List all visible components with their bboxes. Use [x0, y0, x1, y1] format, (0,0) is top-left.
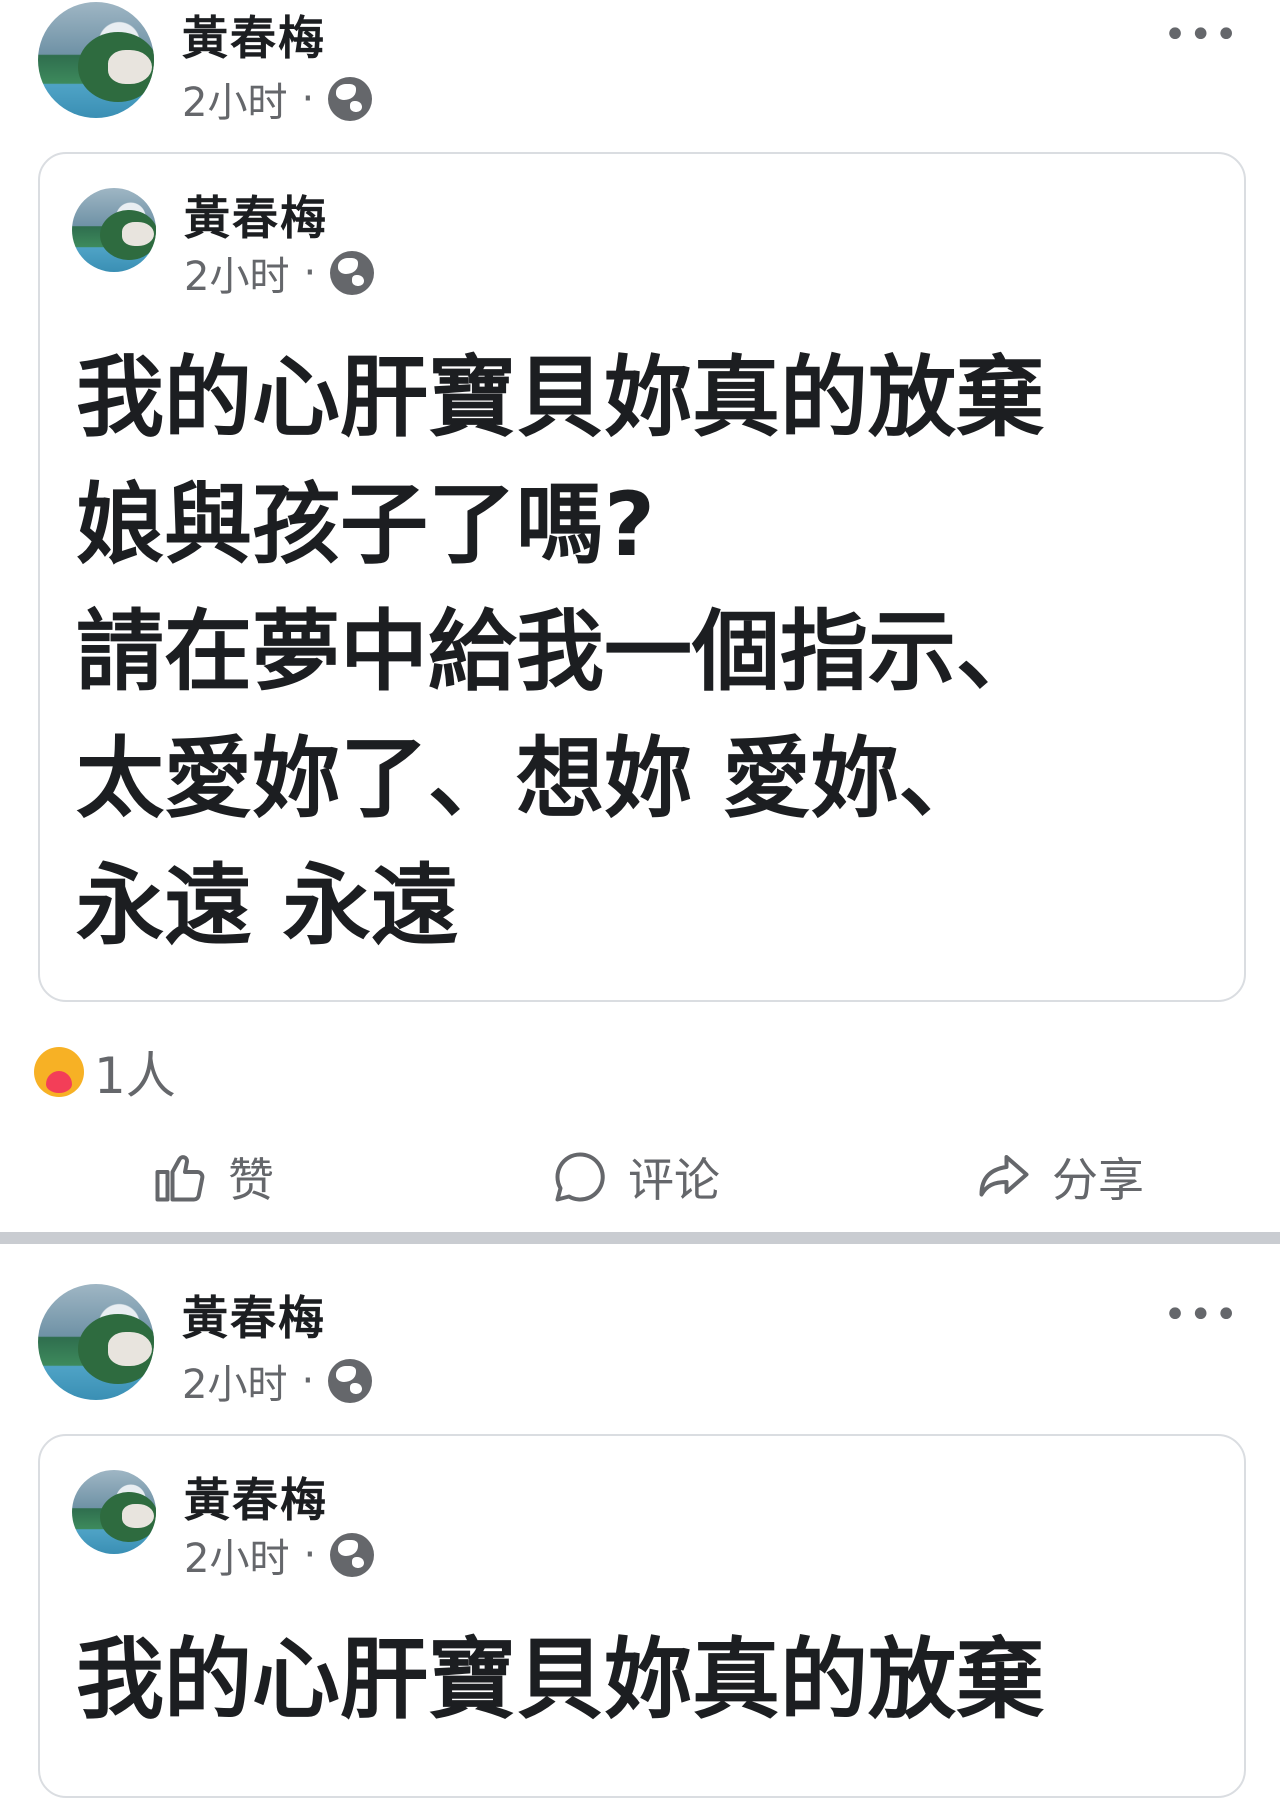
post-actions: 赞 评论 分享 — [0, 1128, 1280, 1228]
avatar-face — [108, 1332, 152, 1366]
post-meta: 2小时 · — [182, 70, 373, 128]
more-options-icon[interactable]: ••• — [1163, 1292, 1240, 1338]
shared-post-card[interactable]: 黃春梅 2小时 · 我的心肝寶貝妳真的放棄 — [38, 1434, 1246, 1798]
share-button[interactable]: 分享 — [974, 1144, 1144, 1210]
post-time[interactable]: 2小时 — [182, 70, 287, 128]
meta-dot: · — [303, 1532, 317, 1578]
author-avatar[interactable] — [38, 1284, 154, 1400]
feed-post: 黃春梅 2小时 · ••• 黃春梅 2小时 · 我的心肝寶貝妳真的放棄 娘與孩子… — [0, 0, 1280, 1232]
more-options-icon[interactable]: ••• — [1163, 12, 1240, 58]
avatar-face — [108, 50, 152, 84]
care-icon — [34, 1047, 84, 1097]
share-icon — [979, 1155, 1029, 1197]
globe-icon — [328, 77, 373, 121]
globe-icon — [330, 1533, 375, 1577]
globe-icon — [330, 251, 375, 295]
meta-dot: · — [303, 250, 317, 296]
reaction-summary[interactable]: 1人 — [34, 1036, 176, 1108]
comment-button[interactable]: 评论 — [550, 1144, 720, 1210]
post-meta: 2小时 · — [182, 1352, 373, 1410]
author-avatar[interactable] — [38, 2, 154, 118]
thumbs-up-icon — [155, 1155, 205, 1202]
shared-author-avatar[interactable] — [72, 188, 156, 272]
shared-post-card[interactable]: 黃春梅 2小时 · 我的心肝寶貝妳真的放棄 娘與孩子了嗎? 請在夢中給我一個指示… — [38, 152, 1246, 1002]
author-name[interactable]: 黃春梅 — [182, 2, 326, 68]
like-label: 赞 — [228, 1153, 274, 1207]
post-separator — [0, 1232, 1280, 1244]
shared-post-time[interactable]: 2小时 — [184, 1526, 289, 1584]
post-time[interactable]: 2小时 — [182, 1352, 287, 1410]
reaction-count: 1人 — [94, 1047, 176, 1105]
avatar-face — [122, 1504, 154, 1528]
shared-author-avatar[interactable] — [72, 1470, 156, 1554]
globe-icon — [328, 1359, 373, 1403]
avatar-face — [122, 222, 154, 246]
post-header: 黃春梅 2小时 · ••• — [0, 0, 1280, 140]
shared-post-meta: 2小时 · — [184, 244, 375, 302]
shared-author-name[interactable]: 黃春梅 — [184, 1464, 328, 1530]
comment-icon — [555, 1152, 605, 1202]
author-name[interactable]: 黃春梅 — [182, 1282, 326, 1348]
shared-post-meta: 2小时 · — [184, 1526, 375, 1584]
meta-dot: · — [301, 1358, 315, 1404]
post-text: 我的心肝寶貝妳真的放棄 — [76, 1628, 1045, 1731]
meta-dot: · — [301, 76, 315, 122]
shared-author-name[interactable]: 黃春梅 — [184, 182, 328, 248]
post-text: 我的心肝寶貝妳真的放棄 娘與孩子了嗎? 請在夢中給我一個指示、 太愛妳了、想妳 … — [76, 346, 1045, 957]
shared-post-time[interactable]: 2小时 — [184, 244, 289, 302]
share-label: 分享 — [1052, 1153, 1144, 1207]
like-button[interactable]: 赞 — [150, 1144, 274, 1210]
comment-label: 评论 — [628, 1153, 720, 1207]
post-header: 黃春梅 2小时 · ••• — [0, 1244, 1280, 1408]
